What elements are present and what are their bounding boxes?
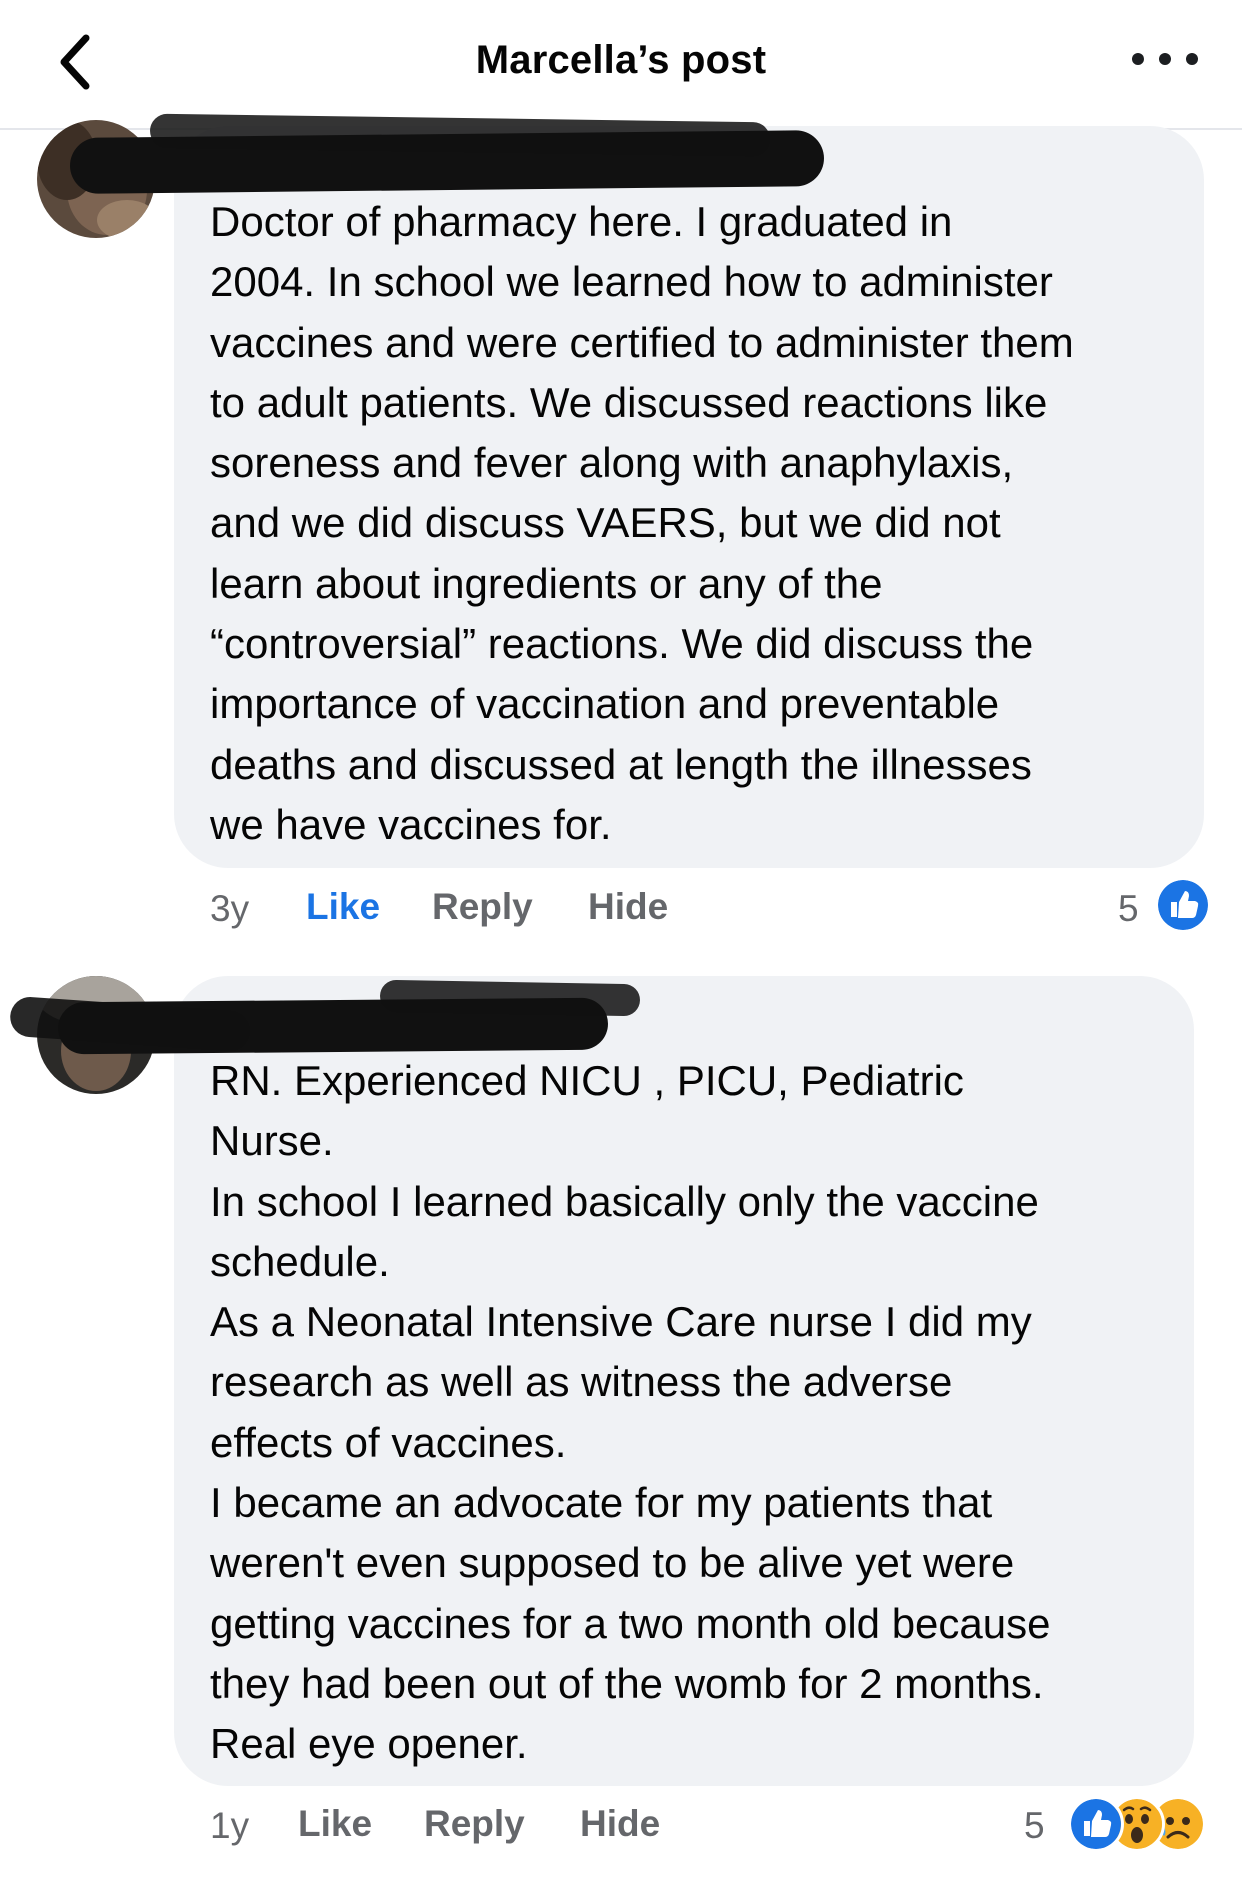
more-dot-icon xyxy=(1159,53,1171,65)
more-options-button[interactable] xyxy=(1132,44,1198,74)
hide-button[interactable]: Hide xyxy=(580,1803,660,1845)
reply-button[interactable]: Reply xyxy=(432,886,533,928)
reaction-count[interactable]: 5 xyxy=(1024,1805,1045,1847)
top-bar: Marcella’s post xyxy=(0,0,1242,130)
more-dot-icon xyxy=(1186,53,1198,65)
reply-button[interactable]: Reply xyxy=(424,1803,525,1845)
comment-text: Doctor of pharmacy here. I graduated in … xyxy=(210,198,1074,848)
more-dot-icon xyxy=(1132,53,1144,65)
redacted-name xyxy=(379,979,641,1017)
comment-time[interactable]: 1y xyxy=(210,1805,249,1847)
like-button[interactable]: Like xyxy=(298,1803,372,1845)
page-title: Marcella’s post xyxy=(475,38,767,82)
comment-time[interactable]: 3y xyxy=(210,888,249,930)
like-icon[interactable] xyxy=(1155,877,1211,933)
like-icon[interactable] xyxy=(1068,1796,1124,1852)
hide-button[interactable]: Hide xyxy=(588,886,668,928)
like-button[interactable]: Like xyxy=(306,886,380,928)
reaction-count[interactable]: 5 xyxy=(1118,888,1139,930)
comment-text: RN. Experienced NICU , PICU, Pediatric N… xyxy=(210,1057,1051,1768)
